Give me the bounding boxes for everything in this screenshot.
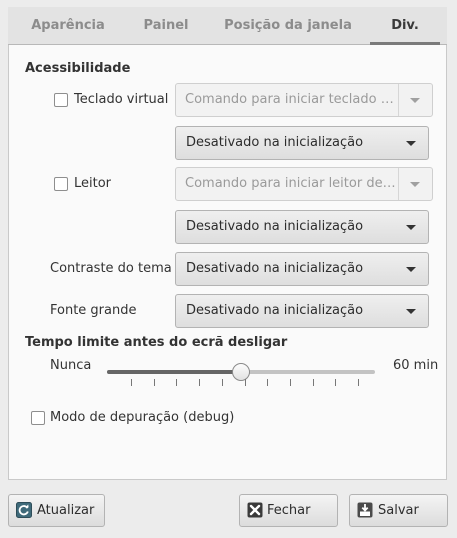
screen-reader-mode-select[interactable]: Desativado na inicialização [175, 210, 429, 244]
slider-tick [176, 379, 178, 386]
slider-fill [107, 370, 241, 374]
slider-tick [312, 379, 314, 386]
virtual-keyboard-command-placeholder: Comando para iniciar teclado vi... [185, 92, 396, 107]
large-font-label: Fonte grande [50, 303, 137, 318]
virtual-keyboard-command-combo[interactable]: Comando para iniciar teclado vi... [175, 83, 433, 117]
large-font-select[interactable]: Desativado na inicialização [175, 294, 429, 328]
refresh-button-label: Atualizar [37, 503, 95, 518]
slider-max-label: 60 min [393, 358, 439, 373]
tab-div[interactable]: Div. [370, 7, 440, 45]
screen-reader-command-combo[interactable]: Comando para iniciar leitor de t... [175, 167, 433, 201]
chevron-down-icon [410, 182, 420, 187]
slider-tick [289, 379, 291, 386]
theme-contrast-label: Contraste do tema [50, 261, 172, 276]
slider-handle[interactable] [232, 363, 250, 381]
slider-min-label: Nunca [50, 358, 92, 373]
virtual-keyboard-mode-value: Desativado na inicialização [186, 135, 364, 150]
close-button-label: Fechar [267, 503, 311, 518]
slider-tick [335, 379, 337, 386]
theme-contrast-select[interactable]: Desativado na inicialização [175, 252, 429, 286]
chevron-down-icon [406, 225, 416, 230]
chevron-down-icon [410, 98, 420, 103]
slider-tick [131, 379, 132, 386]
virtual-keyboard-label: Teclado virtual [74, 92, 169, 107]
slider-tick [267, 379, 269, 386]
virtual-keyboard-checkbox[interactable] [54, 93, 68, 107]
screen-reader-label: Leitor [74, 176, 112, 191]
save-icon [357, 502, 373, 518]
screen-reader-mode-value: Desativado na inicialização [186, 219, 364, 234]
tab-aparencia[interactable]: Aparência [18, 7, 118, 44]
virtual-keyboard-command-dropdown[interactable] [398, 84, 432, 116]
screen-reader-command-dropdown[interactable] [398, 168, 432, 200]
save-button[interactable]: Salvar [349, 494, 448, 527]
debug-mode-label: Modo de depuração (debug) [50, 410, 235, 425]
close-button[interactable]: Fechar [239, 494, 338, 527]
slider-tick [153, 379, 155, 386]
slider-tick [358, 379, 359, 386]
chevron-down-icon [406, 309, 416, 314]
close-icon [247, 502, 263, 518]
tab-painel[interactable]: Painel [126, 7, 206, 44]
slider-tick [199, 379, 201, 386]
large-font-value: Desativado na inicialização [186, 303, 364, 318]
virtual-keyboard-mode-select[interactable]: Desativado na inicialização [175, 126, 429, 160]
tab-posicao-janela[interactable]: Posição da janela [220, 7, 356, 44]
chevron-down-icon [406, 141, 416, 146]
screen-reader-checkbox[interactable] [54, 177, 68, 191]
accessibility-title: Acessibilidade [25, 61, 131, 76]
settings-panel: Acessibilidade Teclado virtual Comando p… [8, 45, 447, 480]
refresh-icon [16, 502, 32, 518]
screen-timeout-title: Tempo limite antes do ecrã desligar [25, 335, 288, 350]
theme-contrast-value: Desativado na inicialização [186, 261, 364, 276]
screen-reader-command-placeholder: Comando para iniciar leitor de t... [185, 176, 396, 191]
save-button-label: Salvar [378, 503, 419, 518]
refresh-button[interactable]: Atualizar [8, 494, 105, 527]
tab-bar: Aparência Painel Posição da janela Div. [8, 7, 447, 45]
chevron-down-icon [406, 267, 416, 272]
slider-tick [244, 379, 246, 386]
debug-mode-checkbox[interactable] [31, 411, 45, 425]
slider-tick [221, 379, 223, 386]
